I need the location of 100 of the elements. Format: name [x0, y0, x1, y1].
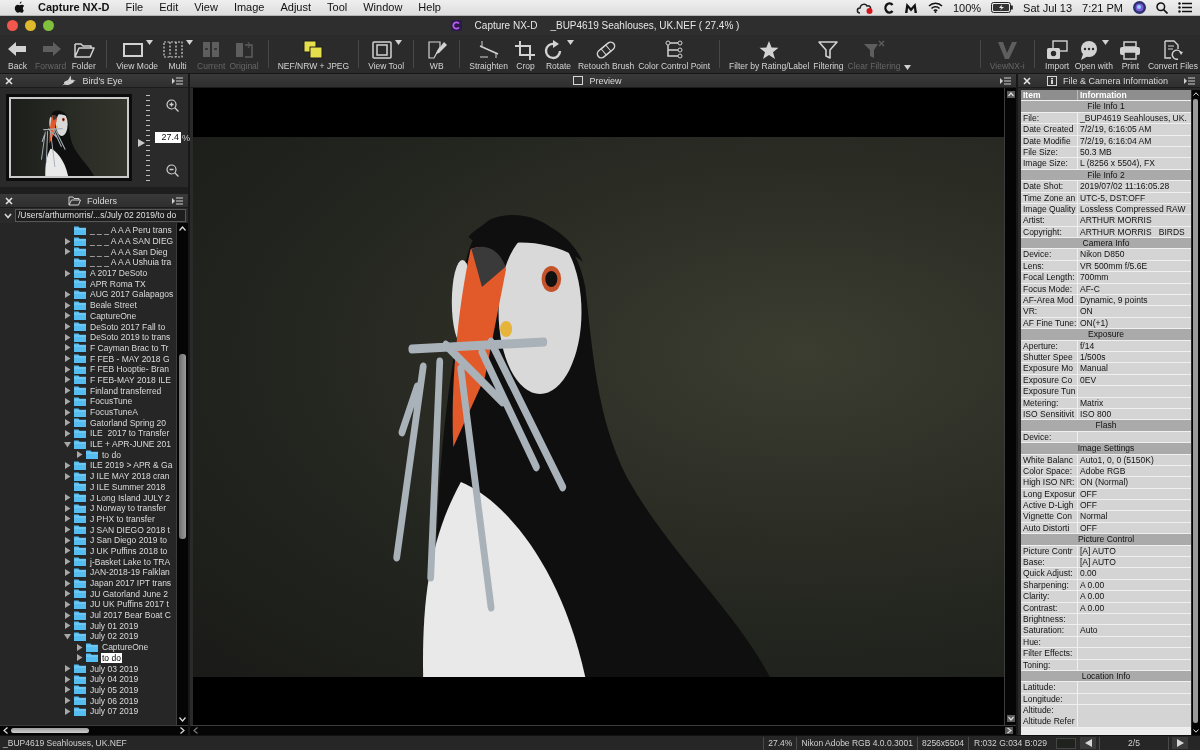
folder-item[interactable]: _ _ _ A A A San Dieg: [64, 246, 169, 258]
folder-item[interactable]: JAN-2018-19 Falklan: [64, 567, 171, 578]
panel-menu-icon[interactable]: [172, 76, 183, 85]
menu-item[interactable]: Adjust: [272, 1, 320, 14]
menu-item[interactable]: View: [186, 1, 226, 14]
folder-item[interactable]: July 06 2019: [64, 695, 140, 706]
folder-item[interactable]: _ _ _ A A A Ushuia tra: [64, 257, 173, 268]
folder-item[interactable]: July 03 2019: [64, 663, 140, 674]
folder-item[interactable]: F Cayman Brac to Tr: [64, 342, 170, 354]
folder-item[interactable]: J ILE Summer 2018: [64, 481, 167, 493]
zoom-out-icon[interactable]: [166, 163, 179, 177]
close-icon[interactable]: [5, 76, 13, 85]
scrollbar-thumb[interactable]: [179, 353, 186, 540]
toolbar-button[interactable]: Back: [2, 35, 33, 73]
search-icon[interactable]: [1156, 1, 1168, 14]
folder-item[interactable]: CaptureOne: [64, 310, 138, 322]
folder-item[interactable]: F FEB-MAY 2018 ILE: [64, 374, 172, 386]
thumbnail-frame[interactable]: [6, 94, 132, 181]
m-shape-icon[interactable]: [903, 1, 918, 14]
folder-item[interactable]: J Long Island JULY 2: [64, 492, 171, 503]
folder-item[interactable]: Japan 2017 IPT trans: [64, 577, 173, 589]
folder-item[interactable]: JU Gatorland June 2: [64, 588, 169, 600]
folder-item[interactable]: A 2017 DeSoto: [64, 267, 149, 279]
scroll-up-icon[interactable]: [1193, 92, 1199, 96]
vertical-scrollbar[interactable]: [176, 223, 188, 725]
toolbar-button[interactable]: Multi: [160, 35, 196, 73]
vertical-scrollbar[interactable]: [1192, 90, 1200, 735]
scroll-down-icon[interactable]: [179, 717, 186, 722]
folder-item[interactable]: July 04 2019: [64, 673, 140, 685]
folder-item[interactable]: July 01 2019: [64, 620, 140, 632]
panel-menu-icon[interactable]: [1000, 76, 1011, 85]
folder-item[interactable]: J UK Puffins 2018 to: [64, 545, 169, 557]
folder-item[interactable]: F FEB - MAY 2018 G: [64, 353, 171, 364]
horizontal-scrollbar[interactable]: [0, 725, 188, 735]
menu-item[interactable]: Capture NX-D: [25, 1, 118, 14]
folder-item[interactable]: July 05 2019: [64, 684, 140, 696]
scroll-up-icon[interactable]: [179, 226, 186, 231]
toolbar-button[interactable]: Print: [1114, 35, 1146, 73]
folder-item[interactable]: Gatorland Spring 20: [64, 417, 168, 429]
folder-item[interactable]: J ILE MAY 2018 cran: [64, 470, 171, 482]
scroll-up-icon[interactable]: [1006, 91, 1015, 98]
folder-item[interactable]: to do: [76, 449, 122, 461]
folder-item[interactable]: j-Basket Lake to TRA: [64, 556, 172, 567]
apple-logo-icon[interactable]: [14, 1, 25, 14]
toolbar-button[interactable]: View Mode: [114, 35, 161, 73]
next-button[interactable]: [1172, 737, 1188, 749]
folder-item[interactable]: _ _ _ A A A SAN DIEG: [64, 235, 175, 247]
scroll-right-icon[interactable]: [180, 727, 185, 734]
folder-item[interactable]: FocusTune: [64, 396, 134, 407]
folder-item[interactable]: DeSoto 2019 to trans: [64, 331, 172, 343]
folder-item[interactable]: AUG 2017 Galapagos: [64, 289, 175, 300]
folder-item[interactable]: ILE 2017 to Transfer: [64, 428, 171, 439]
chevron-down-icon[interactable]: [4, 212, 12, 219]
c-shape-icon[interactable]: [883, 1, 894, 14]
toolbar-button[interactable]: View Tool: [366, 35, 407, 73]
folder-item[interactable]: J San Diego 2019 to: [64, 534, 169, 546]
folder-item[interactable]: FocusTuneA: [64, 406, 139, 418]
zoom-slider[interactable]: [138, 94, 152, 181]
cloud-icon[interactable]: [855, 1, 874, 14]
folder-item[interactable]: F FEB Hooptie- Bran: [64, 363, 170, 375]
folder-item[interactable]: CaptureOne: [76, 641, 150, 653]
wifi-icon[interactable]: [927, 2, 943, 13]
scrollbar-thumb[interactable]: [1193, 99, 1198, 723]
menu-item[interactable]: Image: [225, 1, 273, 14]
folder-item[interactable]: Finland transferred: [64, 385, 163, 396]
caret-icon[interactable]: [904, 65, 912, 70]
toolbar-button[interactable]: Open with: [1072, 35, 1115, 73]
toolbar-button[interactable]: NEF/NRW + JPEG: [275, 35, 352, 73]
close-icon[interactable]: [1023, 76, 1031, 85]
close-icon[interactable]: [5, 196, 13, 205]
folder-item[interactable]: Jul 2017 Bear Boat C: [64, 609, 172, 621]
window-minimize-icon[interactable]: [25, 20, 36, 31]
menu-item[interactable]: Help: [410, 1, 449, 14]
folder-item[interactable]: J SAN DIEGO 2018 t: [64, 524, 171, 535]
folder-item[interactable]: _ _ _ A A A Peru trans: [64, 225, 173, 236]
folder-item[interactable]: JU UK Puffins 2017 t: [64, 599, 170, 610]
folder-item[interactable]: July 02 2019: [64, 631, 140, 642]
zoom-field[interactable]: 27.4: [155, 132, 181, 143]
scrollbar-thumb[interactable]: [11, 728, 89, 733]
menu-item[interactable]: Window: [355, 1, 411, 14]
battery-icon[interactable]: [991, 2, 1014, 13]
menu-item[interactable]: Edit: [151, 1, 187, 14]
vertical-scrollbar[interactable]: [1004, 88, 1016, 725]
folder-item[interactable]: ILE + APR-JUNE 201: [64, 438, 173, 450]
orb-icon[interactable]: [1133, 1, 1146, 14]
folder-item[interactable]: DeSoto 2017 Fall to: [64, 321, 167, 332]
folder-item[interactable]: Beale Street: [64, 299, 138, 311]
folder-item[interactable]: J Norway to transfer: [64, 502, 168, 514]
menu-item[interactable]: File: [117, 1, 152, 14]
toolbar-button[interactable]: Folder: [68, 35, 100, 73]
previous-button[interactable]: [1080, 737, 1096, 749]
list-icon[interactable]: [1178, 2, 1192, 13]
path-field[interactable]: /Users/arthurmorris/...s/July 02 2019/to do: [15, 209, 186, 222]
folder-item[interactable]: to do: [76, 652, 122, 664]
toolbar-button[interactable]: Crop: [509, 35, 541, 73]
toolbar-button[interactable]: Color Control Point: [636, 35, 712, 73]
scroll-down-icon[interactable]: [1193, 729, 1199, 733]
scroll-down-icon[interactable]: [1006, 715, 1015, 722]
folder-item[interactable]: J PHX to transfer: [64, 513, 156, 525]
folder-item[interactable]: ILE 2019 > APR & Ga: [64, 460, 174, 471]
